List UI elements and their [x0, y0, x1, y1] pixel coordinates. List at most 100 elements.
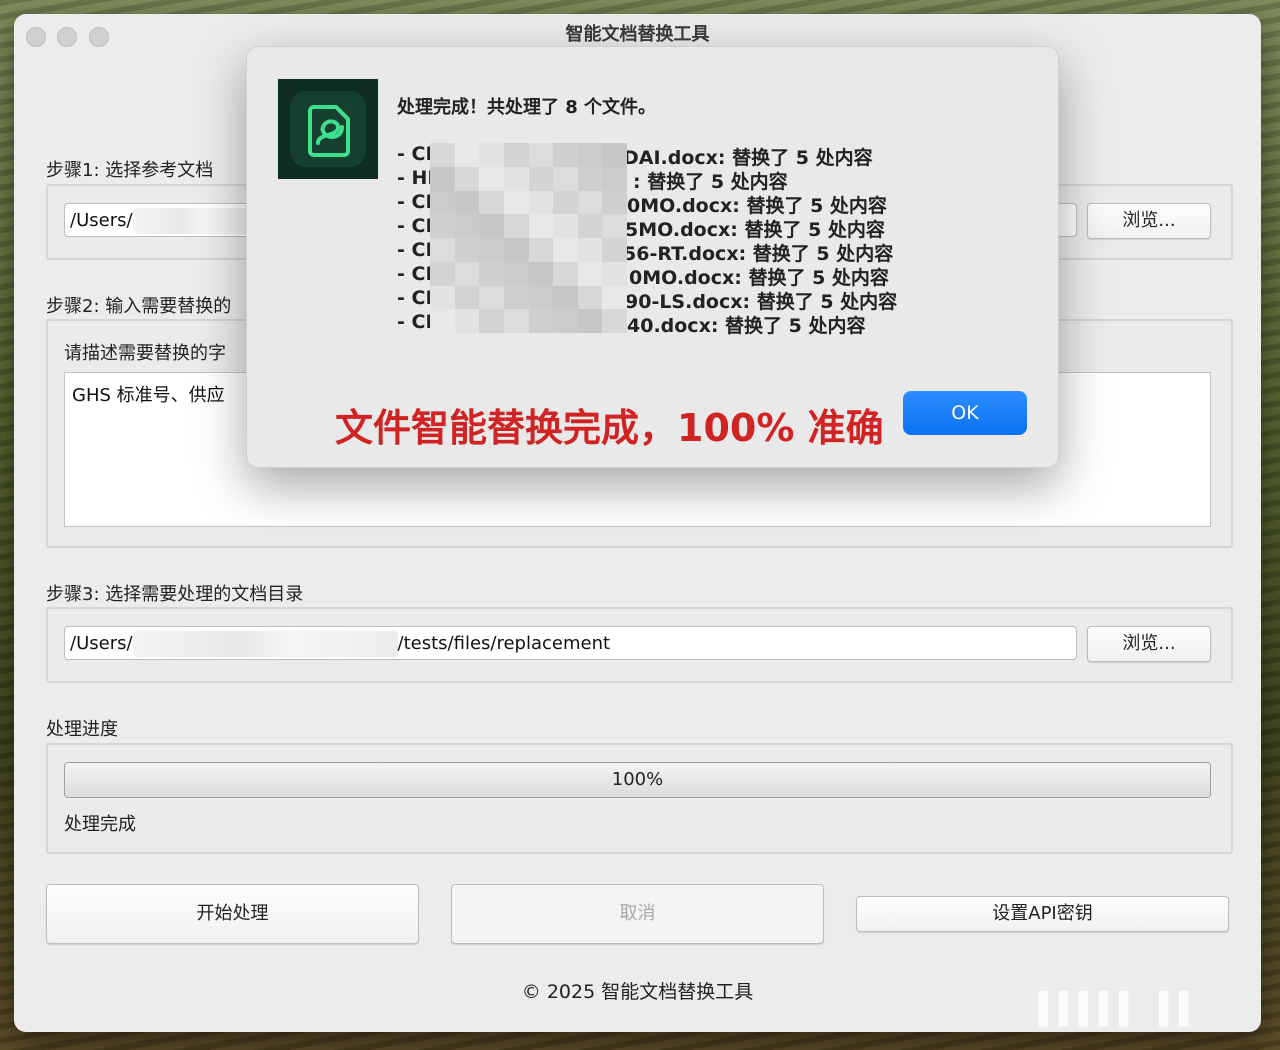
mosaic-cell — [577, 238, 603, 262]
mosaic-cell — [479, 309, 504, 333]
mosaic-cell — [430, 214, 455, 238]
mosaic-cell — [503, 238, 529, 262]
result-line-prefix: - CI — [397, 287, 433, 309]
start-processing-button[interactable]: 开始处理 — [46, 884, 419, 944]
mosaic-cell — [602, 309, 627, 333]
result-line-suffix: DAI.docx: 替换了 5 处内容 — [623, 147, 873, 169]
mosaic-cell — [528, 261, 554, 286]
mosaic-cell — [503, 309, 529, 333]
mosaic-cell — [577, 190, 603, 215]
progress-group — [46, 743, 1233, 854]
browse-directory-button[interactable]: 浏览... — [1087, 626, 1211, 662]
mosaic-cell — [454, 143, 480, 167]
minimize-window-button[interactable] — [57, 27, 77, 47]
mosaic-cell — [602, 261, 627, 286]
mosaic-cell — [577, 309, 603, 333]
mosaic-cell — [479, 285, 504, 310]
redacted-filenames-mosaic — [430, 143, 627, 333]
mosaic-cell — [528, 143, 554, 167]
step3-label: 步骤3: 选择需要处理的文档目录 — [46, 584, 304, 605]
mosaic-cell — [454, 190, 480, 215]
mosaic-cell — [479, 166, 504, 191]
progress-percent: 100% — [611, 769, 664, 790]
mosaic-cell — [528, 238, 554, 262]
mosaic-cell — [528, 166, 554, 191]
mosaic-cell — [430, 238, 455, 262]
mosaic-cell — [528, 214, 554, 238]
completion-highlight-text: 文件智能替换完成，100% 准确 — [335, 406, 884, 450]
mosaic-cell — [503, 261, 529, 286]
mosaic-cell — [479, 261, 504, 286]
result-line-suffix: 90-LS.docx: 替换了 5 处内容 — [625, 291, 898, 313]
reference-path-prefix: /Users/ — [70, 210, 133, 231]
step1-label: 步骤1: 选择参考文档 — [46, 160, 214, 181]
result-line-prefix: - CI — [397, 215, 433, 237]
mosaic-cell — [503, 214, 529, 238]
mosaic-cell — [528, 190, 554, 215]
mosaic-cell — [454, 285, 480, 310]
mosaic-cell — [454, 261, 480, 286]
step2-hint: 请描述需要替换的字 — [64, 343, 226, 364]
browse-reference-button[interactable]: 浏览... — [1087, 203, 1211, 239]
redacted-path — [132, 631, 398, 657]
mosaic-cell — [503, 143, 529, 167]
mosaic-cell — [553, 285, 578, 310]
progress-status: 处理完成 — [64, 814, 136, 835]
result-line-suffix: 5MO.docx: 替换了 5 处内容 — [625, 219, 885, 241]
ok-button[interactable]: OK — [903, 391, 1027, 435]
target-path-prefix: /Users/ — [70, 633, 133, 654]
mosaic-cell — [479, 143, 504, 167]
close-window-button[interactable] — [26, 27, 46, 47]
step2-label: 步骤2: 输入需要替换的 — [46, 296, 232, 317]
mosaic-cell — [479, 214, 504, 238]
mosaic-cell — [430, 166, 455, 191]
mosaic-cell — [479, 238, 504, 262]
result-line-prefix: - CI — [397, 191, 433, 213]
result-line-prefix: - HI — [397, 167, 435, 189]
mosaic-cell — [528, 309, 554, 333]
cancel-button[interactable]: 取消 — [451, 884, 824, 944]
mosaic-cell — [553, 238, 578, 262]
mosaic-cell — [503, 190, 529, 215]
redacted-path — [132, 208, 253, 234]
result-line-suffix: 0MO.docx: 替换了 5 处内容 — [627, 195, 887, 217]
result-line-prefix: - CI — [397, 239, 433, 261]
mosaic-cell — [503, 285, 529, 310]
app-logo-icon — [278, 79, 378, 179]
mosaic-cell — [430, 309, 455, 333]
mosaic-cell — [528, 285, 554, 310]
mosaic-cell — [577, 166, 603, 191]
progress-bar: 100% — [64, 762, 1211, 798]
mosaic-cell — [602, 143, 627, 167]
result-line-suffix: 40.docx: 替换了 5 处内容 — [627, 315, 866, 337]
mosaic-cell — [577, 143, 603, 167]
mosaic-cell — [430, 285, 455, 310]
result-line-prefix: - CI — [397, 143, 433, 165]
mosaic-cell — [454, 214, 480, 238]
mosaic-cell — [553, 261, 578, 286]
mosaic-cell — [430, 261, 455, 286]
mosaic-cell — [602, 238, 627, 262]
completion-dialog: 处理完成！共处理了 8 个文件。 - CI DAI.docx: 替换了 5 处内容… — [246, 46, 1059, 468]
watermark-icon: ▌▌▌▌▌ ▌▌ — [1039, 992, 1200, 1027]
target-path-suffix: /tests/files/replacement — [397, 633, 611, 654]
mosaic-cell — [553, 214, 578, 238]
mosaic-cell — [577, 285, 603, 310]
mosaic-cell — [553, 190, 578, 215]
mosaic-cell — [602, 285, 627, 310]
mosaic-cell — [602, 214, 627, 238]
set-api-key-button[interactable]: 设置API密钥 — [856, 896, 1229, 932]
result-line-suffix: 56-RT.docx: 替换了 5 处内容 — [623, 243, 894, 265]
dialog-title: 处理完成！共处理了 8 个文件。 — [397, 97, 657, 118]
mosaic-cell — [454, 166, 480, 191]
mosaic-cell — [577, 261, 603, 286]
zoom-window-button[interactable] — [89, 27, 109, 47]
mosaic-cell — [503, 166, 529, 191]
result-line-suffix: : 替换了 5 处内容 — [633, 171, 788, 193]
mosaic-cell — [553, 143, 578, 167]
mosaic-cell — [577, 214, 603, 238]
result-line-prefix: - CI — [397, 263, 433, 285]
mosaic-cell — [454, 309, 480, 333]
mosaic-cell — [454, 238, 480, 262]
target-directory-path-input[interactable]: /Users/ /tests/files/replacement — [64, 626, 1077, 660]
